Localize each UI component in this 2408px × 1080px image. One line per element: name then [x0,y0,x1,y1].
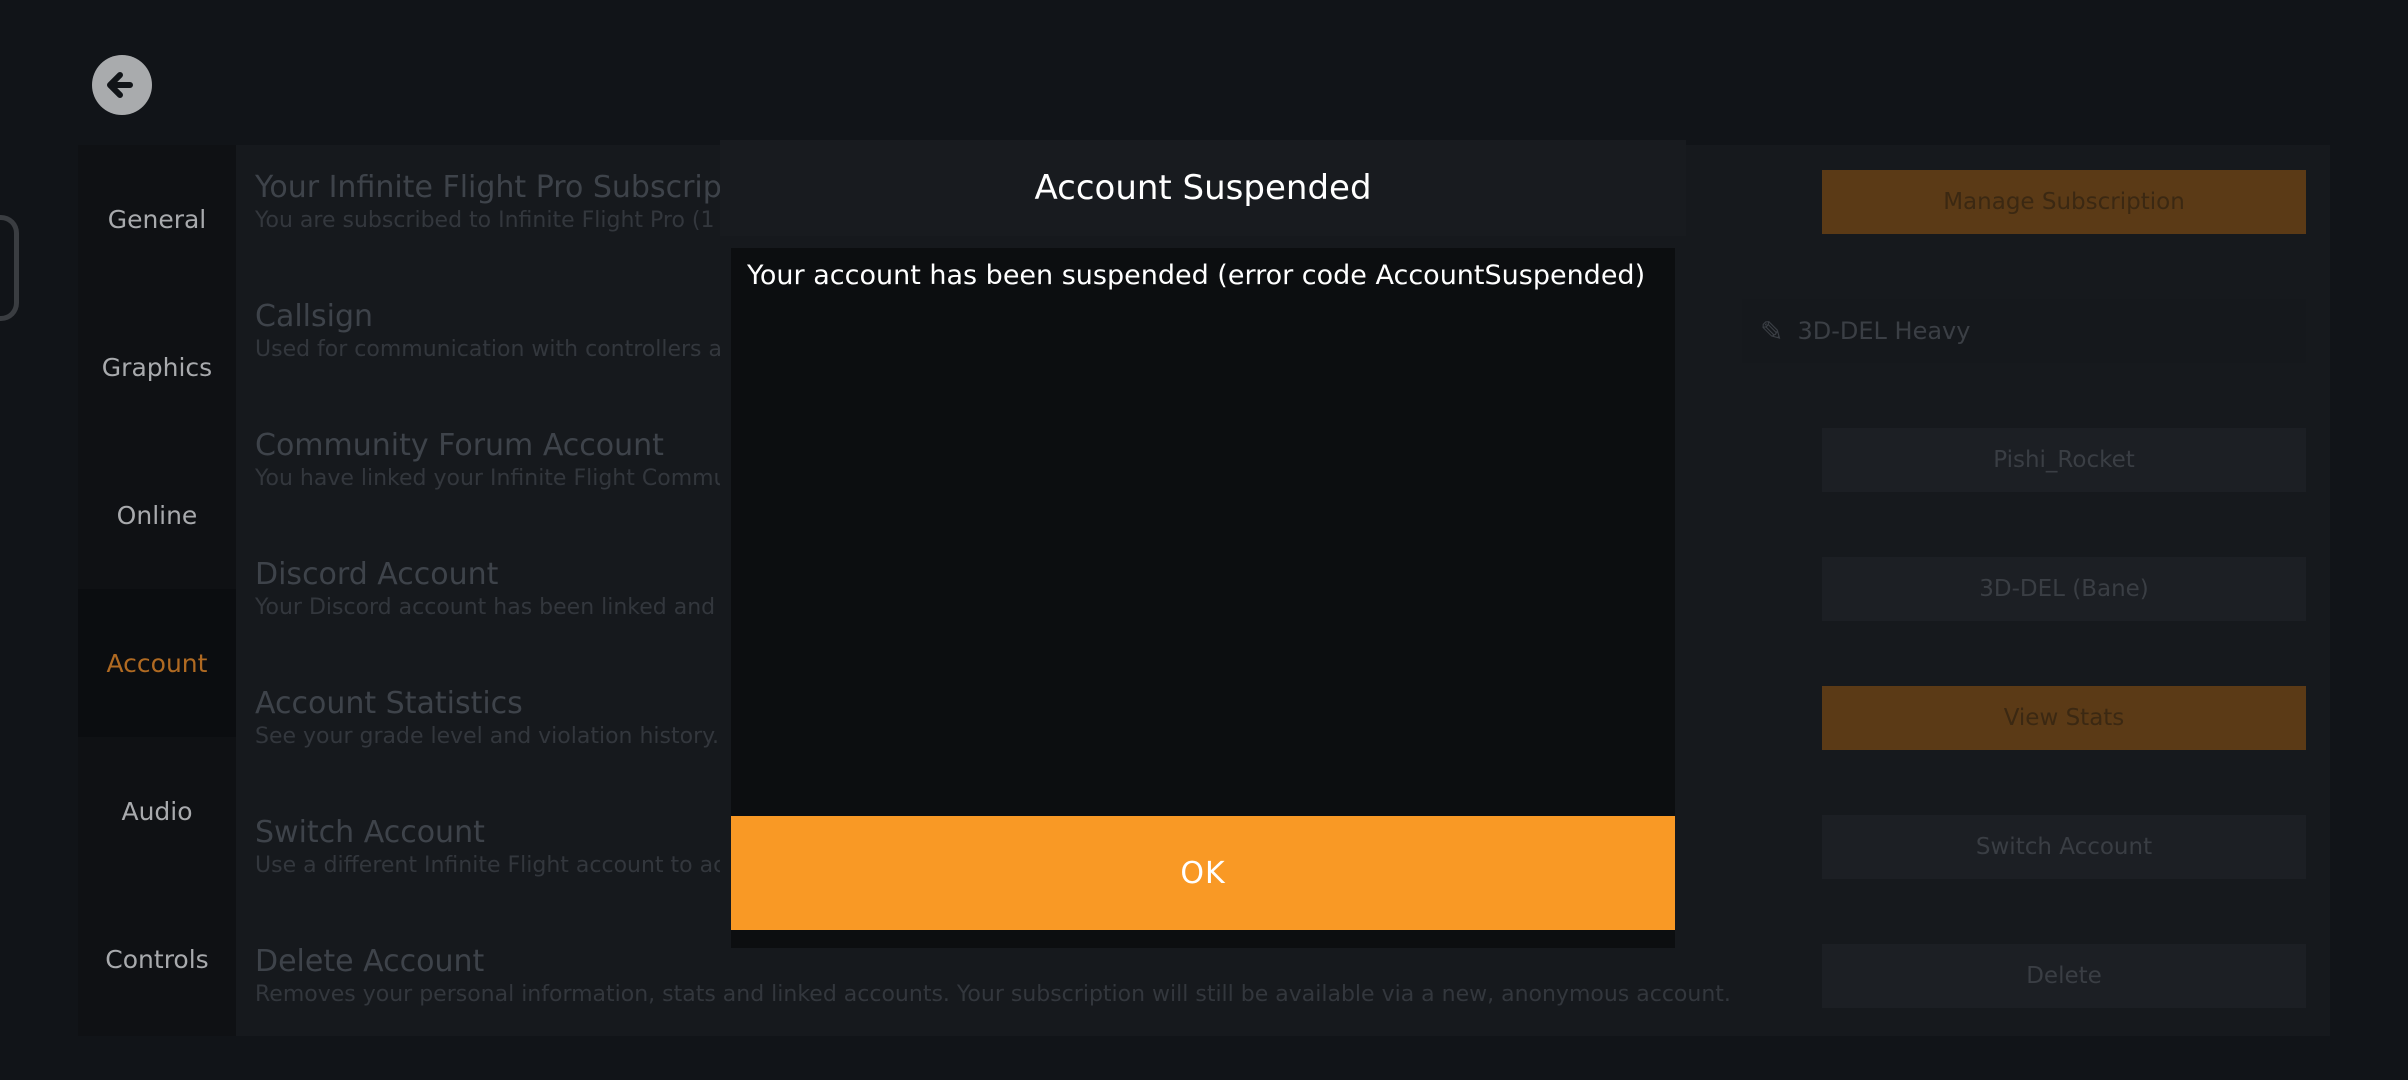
settings-screen: General Graphics Online Account Audio Co… [0,0,2408,1080]
setting-title: Delete Account [255,944,485,979]
sidebar-item-graphics[interactable]: Graphics [78,293,236,441]
dialog-title: Account Suspended [720,140,1686,236]
dialog-message: Your account has been suspended (error c… [747,260,1646,291]
settings-sidebar: General Graphics Online Account Audio Co… [78,145,236,1036]
arrow-left-icon [107,72,133,98]
sidebar-item-online[interactable]: Online [78,441,236,589]
callsign-field[interactable]: ✎ 3D-DEL Heavy [1742,299,2306,363]
sidebar-item-audio[interactable]: Audio [78,737,236,885]
view-stats-button[interactable]: View Stats [1822,686,2306,750]
setting-description: Removes your personal information, stats… [255,982,1731,1007]
discord-account-button[interactable]: 3D-DEL (Bane) [1822,557,2306,621]
ok-button[interactable]: OK [731,816,1675,930]
back-button[interactable] [92,55,152,115]
pencil-icon: ✎ [1760,314,1784,348]
forum-account-button[interactable]: Pishi_Rocket [1822,428,2306,492]
delete-account-button[interactable]: Delete [1822,944,2306,1008]
sidebar-item-account[interactable]: Account [78,589,236,737]
manage-subscription-button[interactable]: Manage Subscription [1822,170,2306,234]
callsign-value: 3D-DEL Heavy [1797,317,1971,345]
switch-account-button[interactable]: Switch Account [1822,815,2306,879]
sidebar-item-general[interactable]: General [78,145,236,293]
edge-hexagon-icon [0,215,19,321]
account-suspended-dialog: Account Suspended Your account has been … [720,140,1686,948]
sidebar-item-controls[interactable]: Controls [78,885,236,1033]
setting-row-delete: Delete Account Removes your personal inf… [255,945,1815,1009]
